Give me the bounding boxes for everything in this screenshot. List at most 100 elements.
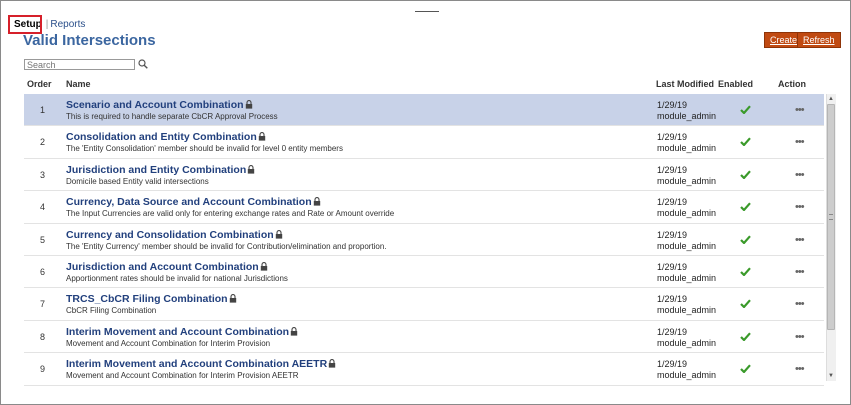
- row-modified-user: module_admin: [657, 370, 717, 381]
- more-actions-icon[interactable]: •••: [795, 331, 805, 343]
- row-name-cell: Scenario and Account Combination This is …: [66, 99, 278, 121]
- enabled-check-icon[interactable]: [740, 202, 751, 212]
- row-description: Movement and Account Combination for Int…: [66, 338, 271, 348]
- more-actions-icon[interactable]: •••: [795, 104, 805, 116]
- enabled-check-icon[interactable]: [740, 299, 751, 309]
- search-icon[interactable]: [138, 59, 148, 69]
- column-order[interactable]: Order: [27, 79, 52, 89]
- lock-icon: [229, 294, 236, 303]
- table-row[interactable]: 6 Jurisdiction and Account Combination App…: [24, 256, 824, 289]
- row-modified-date: 1/29/19: [657, 164, 688, 175]
- enabled-check-icon[interactable]: [740, 267, 751, 276]
- enabled-check-icon[interactable]: [740, 364, 751, 374]
- row-last-modified: 1/29/19 module_admin: [657, 359, 716, 381]
- enabled-check-icon[interactable]: [740, 332, 751, 341]
- row-last-modified: 1/29/19 module_admin: [657, 100, 716, 122]
- table-row[interactable]: 1 Scenario and Account Combination This is…: [24, 94, 824, 127]
- column-action[interactable]: Action: [778, 79, 806, 89]
- tab-reports[interactable]: Reports: [50, 19, 85, 30]
- lock-icon: [313, 197, 320, 206]
- enabled-check-icon[interactable]: [740, 170, 751, 179]
- row-title-link[interactable]: Currency and Consolidation Combination: [66, 229, 274, 241]
- row-modified-date: 1/29/19: [657, 294, 688, 305]
- row-modified-user: module_admin: [657, 111, 717, 121]
- more-actions-icon[interactable]: •••: [795, 298, 805, 310]
- row-title-link[interactable]: Scenario and Account Combination: [66, 99, 244, 111]
- more-actions-icon[interactable]: •••: [795, 363, 805, 375]
- row-name-cell: Jurisdiction and Entity Combination Domic…: [66, 164, 255, 186]
- lock-icon: [275, 229, 282, 239]
- lock-icon: [245, 100, 252, 109]
- row-order: 2: [40, 137, 46, 148]
- row-modified-date: 1/29/19: [657, 359, 688, 370]
- enabled-check-icon[interactable]: [740, 235, 751, 244]
- row-modified-date: 1/29/19: [657, 229, 688, 240]
- column-name[interactable]: Name: [66, 79, 91, 89]
- more-actions-icon[interactable]: •••: [795, 169, 805, 181]
- lock-icon: [260, 262, 267, 271]
- row-description: CbCR Filing Combination: [66, 306, 157, 316]
- search-input[interactable]: [24, 59, 135, 70]
- more-actions-icon[interactable]: •••: [795, 136, 805, 148]
- row-name-cell: Currency, Data Source and Account Combin…: [66, 196, 394, 218]
- row-name-cell: Jurisdiction and Account Combination Appo…: [66, 261, 288, 283]
- row-description: The 'Entity Consolidation' member should…: [66, 144, 343, 154]
- row-modified-date: 1/29/19: [657, 132, 688, 143]
- table-row[interactable]: 9 Interim Movement and Account Combinatio…: [24, 353, 824, 386]
- row-last-modified: 1/29/19 module_admin: [657, 197, 716, 219]
- row-description: This is required to handle separate CbCR…: [66, 112, 278, 121]
- row-modified-date: 1/29/19: [657, 261, 688, 272]
- row-title-link[interactable]: Consolidation and Entity Combination: [66, 131, 257, 143]
- row-title-link[interactable]: Interim Movement and Account Combination…: [66, 358, 327, 370]
- enabled-check-icon[interactable]: [740, 105, 751, 114]
- more-actions-icon[interactable]: •••: [795, 201, 805, 213]
- more-actions-icon[interactable]: •••: [795, 266, 805, 278]
- column-enabled[interactable]: Enabled: [718, 79, 753, 89]
- intersections-table: 1 Scenario and Account Combination This is…: [24, 94, 824, 386]
- table-row[interactable]: 2 Consolidation and Entity Combination The…: [24, 126, 824, 159]
- table-row[interactable]: 5 Currency and Consolidation Combination T…: [24, 224, 824, 256]
- table-row[interactable]: 8 Interim Movement and Account Combinatio…: [24, 321, 824, 354]
- row-name-cell: Currency and Consolidation Combination Th…: [66, 229, 387, 251]
- row-modified-user: module_admin: [657, 175, 717, 186]
- row-modified-user: module_admin: [657, 337, 717, 348]
- row-modified-user: module_admin: [657, 143, 717, 154]
- row-modified-date: 1/29/19: [657, 197, 688, 208]
- page-title: Valid Intersections: [23, 32, 156, 49]
- table-row[interactable]: 3 Jurisdiction and Entity Combination Domi…: [24, 159, 824, 192]
- scroll-down-arrow-icon[interactable]: ▼: [826, 372, 836, 380]
- row-title-link[interactable]: Currency, Data Source and Account Combin…: [66, 196, 312, 208]
- row-order: 6: [40, 266, 46, 277]
- row-last-modified: 1/29/19 module_admin: [657, 165, 716, 187]
- lock-icon: [328, 359, 336, 368]
- column-last-modified[interactable]: Last Modified: [656, 79, 714, 89]
- row-modified-user: module_admin: [657, 240, 717, 251]
- row-title-link[interactable]: Jurisdiction and Entity Combination: [66, 164, 246, 176]
- row-order: 3: [40, 169, 46, 180]
- row-modified-date: 1/29/19: [657, 100, 688, 110]
- enabled-check-icon[interactable]: [740, 137, 751, 147]
- lock-icon: [248, 164, 255, 174]
- row-description: Movement and Account Combination for Int…: [66, 371, 299, 381]
- row-name-cell: TRCS_CbCR Filing Combination CbCR Filing …: [66, 293, 237, 315]
- row-description: The Input Currencies are valid only for …: [66, 209, 395, 219]
- row-title-link[interactable]: Interim Movement and Account Combination: [66, 326, 289, 338]
- row-last-modified: 1/29/19 module_admin: [657, 327, 716, 349]
- row-modified-user: module_admin: [657, 208, 717, 219]
- row-title-link[interactable]: Jurisdiction and Account Combination: [66, 261, 259, 273]
- row-modified-user: module_admin: [657, 272, 717, 283]
- refresh-button[interactable]: Refresh: [797, 32, 841, 48]
- row-description: Apportionment rates should be invalid fo…: [66, 273, 288, 283]
- row-title-link[interactable]: TRCS_CbCR Filing Combination: [66, 293, 228, 305]
- table-row[interactable]: 7 TRCS_CbCR Filing Combination CbCR Filing…: [24, 288, 824, 321]
- more-actions-icon[interactable]: •••: [795, 234, 805, 246]
- scroll-up-arrow-icon[interactable]: ▲: [826, 95, 836, 103]
- row-order: 8: [40, 331, 46, 342]
- table-header: Order Name Last Modified Enabled Action: [0, 79, 851, 93]
- row-last-modified: 1/29/19 module_admin: [657, 294, 716, 316]
- row-description: Domicile based Entity valid intersection…: [66, 176, 209, 186]
- row-last-modified: 1/29/19 module_admin: [657, 132, 716, 154]
- row-description: The 'Entity Currency' member should be i…: [66, 241, 387, 251]
- drag-handle[interactable]: [415, 11, 439, 12]
- table-row[interactable]: 4 Currency, Data Source and Account Combi…: [24, 191, 824, 224]
